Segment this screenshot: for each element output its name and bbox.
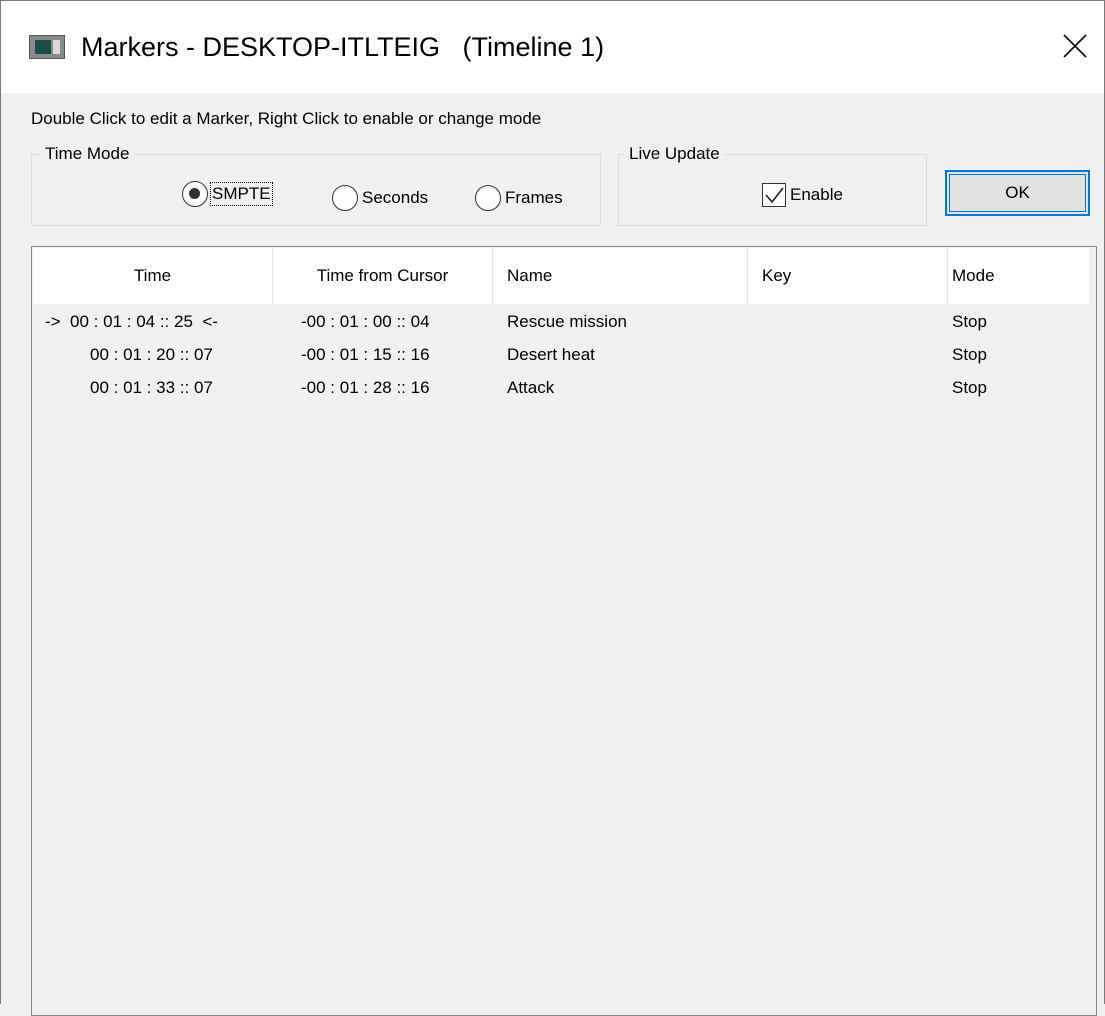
cell-mode: Stop [952, 345, 987, 364]
enable-label: Enable [790, 185, 843, 204]
column-header-mode[interactable]: Mode [948, 248, 1088, 304]
markers-window-icon [29, 35, 65, 59]
title-bar[interactable]: Markers - DESKTOP-ITLTEIG (Timeline 1) [1, 1, 1104, 93]
live-update-legend: Live Update [624, 143, 725, 165]
markers-list[interactable]: Time Time from Cursor Name Key Mode -> 0… [31, 246, 1097, 1016]
radio-frames-circle [475, 185, 501, 211]
radio-seconds[interactable]: Seconds [332, 185, 428, 211]
column-header-time[interactable]: Time [33, 248, 273, 304]
instructions-text: Double Click to edit a Marker, Right Cli… [31, 109, 542, 128]
cell-name: Rescue mission [507, 312, 627, 331]
radio-smpte[interactable]: SMPTE [182, 181, 273, 207]
column-header-time-from-cursor[interactable]: Time from Cursor [273, 248, 493, 304]
radio-seconds-circle [332, 185, 358, 211]
column-header-name[interactable]: Name [493, 248, 748, 304]
cell-name: Desert heat [507, 345, 595, 364]
list-header: Time Time from Cursor Name Key Mode [33, 248, 1089, 304]
cell-mode: Stop [952, 378, 987, 397]
close-button[interactable] [1044, 19, 1104, 75]
checkmark-icon [765, 187, 784, 204]
table-row[interactable]: 00 : 01 : 20 :: 07 -00 : 01 : 15 :: 16 D… [33, 338, 1089, 371]
close-icon [1063, 34, 1087, 58]
checkbox-box [762, 183, 786, 207]
time-mode-group: Time Mode SMPTE Seconds Frames [31, 143, 601, 226]
cell-time-from-cursor: -00 : 01 : 15 :: 16 [301, 345, 430, 364]
cell-time: -> 00 : 01 : 04 :: 25 <- [45, 312, 218, 331]
cell-time: 00 : 01 : 33 :: 07 [90, 378, 213, 397]
table-row[interactable]: -> 00 : 01 : 04 :: 25 <- -00 : 01 : 00 :… [33, 305, 1089, 338]
ok-button[interactable]: OK [945, 170, 1090, 216]
cell-time: 00 : 01 : 20 :: 07 [90, 345, 213, 364]
radio-frames-label: Frames [505, 188, 563, 207]
enable-checkbox[interactable]: Enable [762, 183, 843, 207]
window-title: Markers - DESKTOP-ITLTEIG (Timeline 1) [81, 32, 605, 62]
live-update-group: Live Update Enable [618, 143, 927, 226]
radio-smpte-label: SMPTE [210, 182, 273, 206]
radio-smpte-circle [182, 181, 208, 207]
time-mode-legend: Time Mode [40, 143, 135, 165]
cell-time-from-cursor: -00 : 01 : 00 :: 04 [301, 312, 430, 331]
markers-window: Markers - DESKTOP-ITLTEIG (Timeline 1) D… [0, 0, 1105, 1016]
table-row[interactable]: 00 : 01 : 33 :: 07 -00 : 01 : 28 :: 16 A… [33, 371, 1089, 404]
cell-time-from-cursor: -00 : 01 : 28 :: 16 [301, 378, 430, 397]
radio-frames[interactable]: Frames [475, 185, 563, 211]
radio-seconds-label: Seconds [362, 188, 429, 207]
cell-name: Attack [507, 378, 555, 397]
cell-mode: Stop [952, 312, 987, 331]
column-header-key[interactable]: Key [748, 248, 948, 304]
